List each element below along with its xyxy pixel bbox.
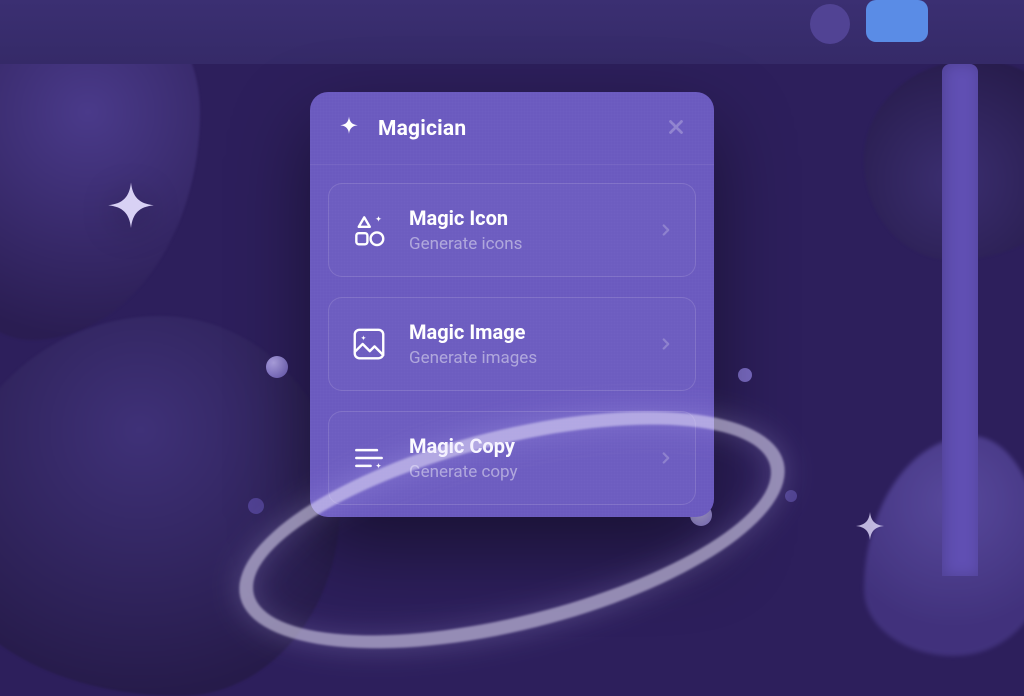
option-subtitle: Generate icons bbox=[409, 234, 637, 254]
sparkle-icon bbox=[92, 176, 170, 254]
bg-blob-2 bbox=[0, 316, 340, 696]
chevron-right-icon bbox=[657, 221, 675, 239]
sparkle-icon bbox=[334, 114, 364, 144]
panel-title: Magician bbox=[378, 117, 648, 141]
panel-header: Magician bbox=[310, 92, 714, 165]
top-action-button[interactable] bbox=[866, 0, 928, 42]
option-text: Magic Image Generate images bbox=[409, 320, 637, 368]
option-title: Magic Icon bbox=[409, 206, 637, 230]
panel-body: Magic Icon Generate icons Magic Image Ge… bbox=[310, 165, 714, 505]
decorative-orb bbox=[785, 490, 797, 502]
option-subtitle: Generate images bbox=[409, 348, 637, 368]
chevron-right-icon bbox=[657, 449, 675, 467]
chevron-right-icon bbox=[657, 335, 675, 353]
close-icon bbox=[665, 116, 687, 142]
option-title: Magic Image bbox=[409, 320, 637, 344]
option-magic-image[interactable]: Magic Image Generate images bbox=[328, 297, 696, 391]
avatar-dot bbox=[810, 4, 850, 44]
decorative-orb bbox=[266, 356, 288, 378]
option-text: Magic Copy Generate copy bbox=[409, 434, 637, 482]
top-bar bbox=[0, 0, 1024, 64]
decorative-orb bbox=[738, 368, 752, 382]
shapes-sparkle-icon bbox=[349, 210, 389, 250]
image-sparkle-icon bbox=[349, 324, 389, 364]
decorative-orb bbox=[248, 498, 264, 514]
option-text: Magic Icon Generate icons bbox=[409, 206, 637, 254]
sparkle-icon bbox=[846, 508, 894, 556]
text-lines-sparkle-icon bbox=[349, 438, 389, 478]
option-magic-copy[interactable]: Magic Copy Generate copy bbox=[328, 411, 696, 505]
option-subtitle: Generate copy bbox=[409, 462, 637, 482]
option-magic-icon[interactable]: Magic Icon Generate icons bbox=[328, 183, 696, 277]
magician-panel: Magician Magic Icon Generate icons bbox=[310, 92, 714, 517]
side-resize-handle[interactable] bbox=[942, 64, 978, 576]
option-title: Magic Copy bbox=[409, 434, 637, 458]
close-button[interactable] bbox=[662, 115, 690, 143]
